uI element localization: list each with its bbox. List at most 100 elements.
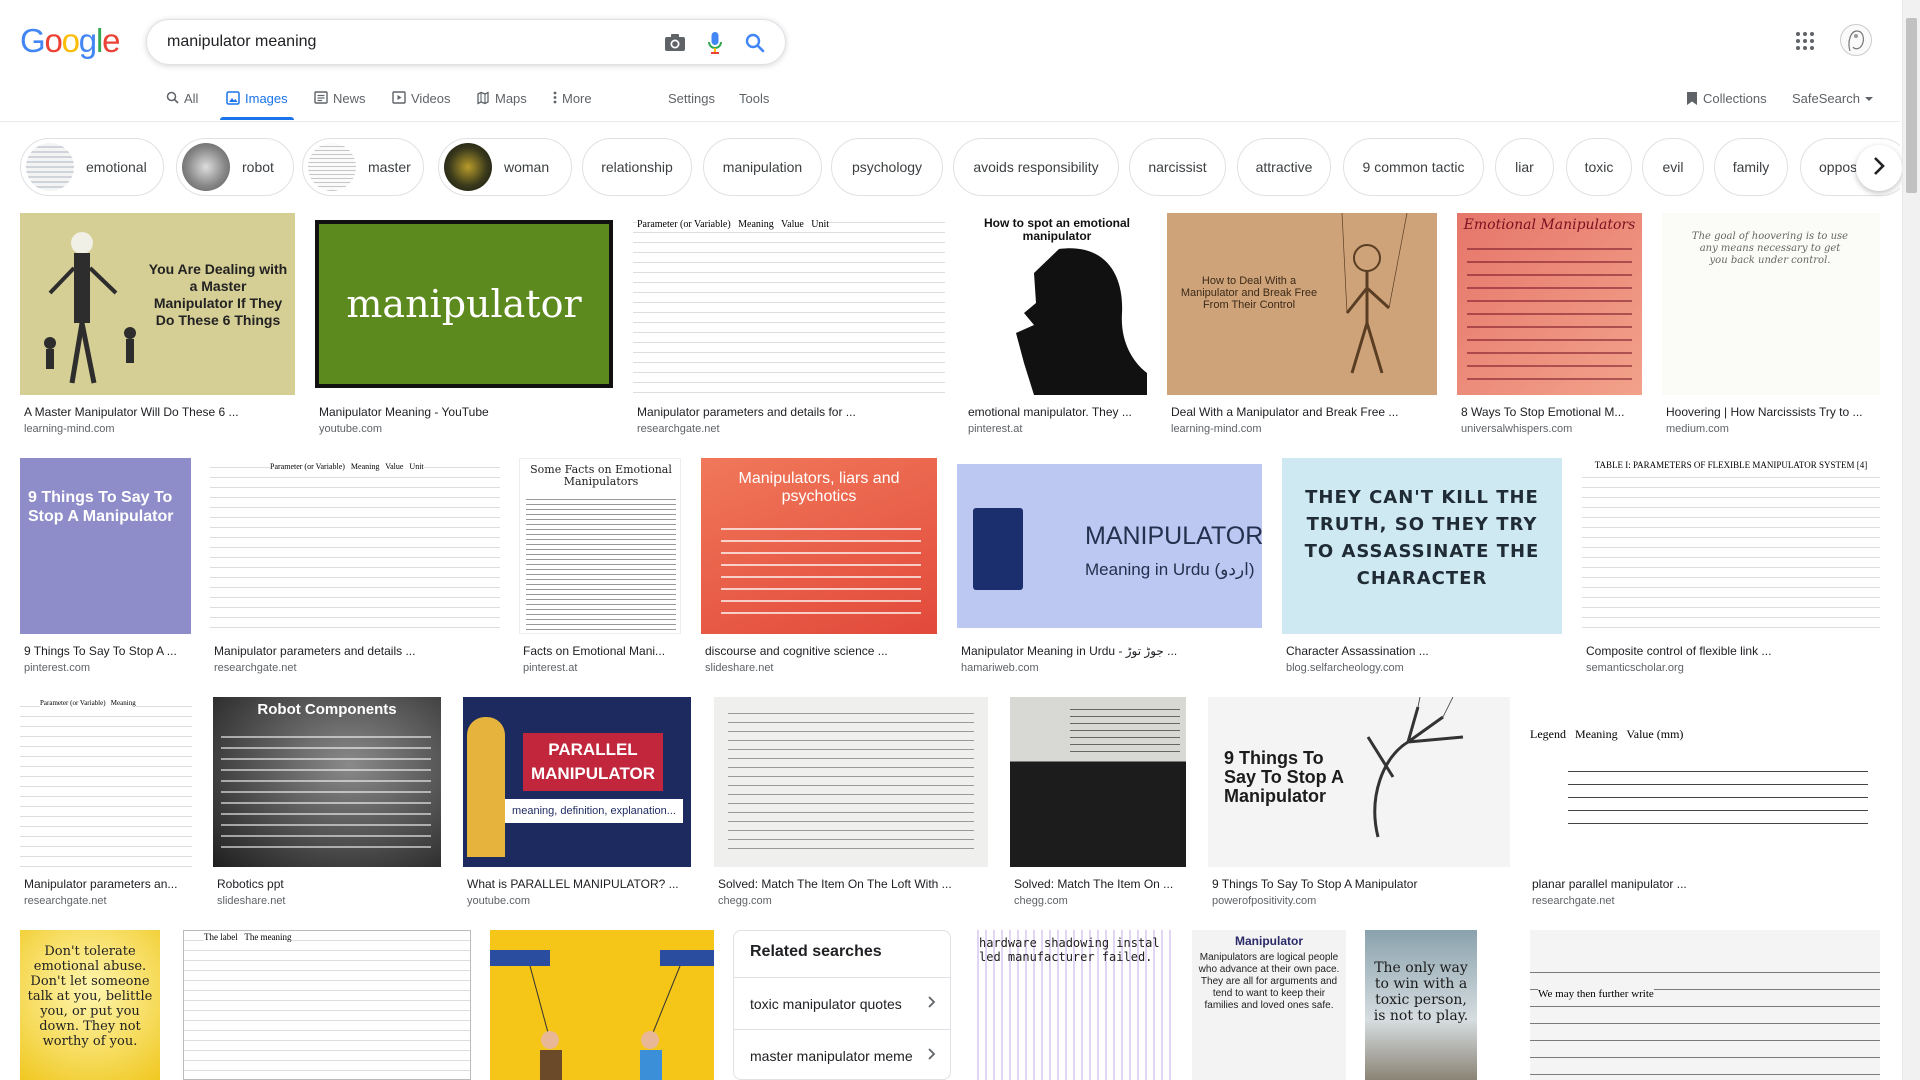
image-result[interactable]: manipulator Manipulator Meaning - YouTub…	[315, 213, 613, 435]
chip[interactable]: attractive	[1237, 138, 1331, 196]
result-caption[interactable]: emotional manipulator. They ...	[968, 405, 1147, 419]
safesearch-button[interactable]: SafeSearch	[1792, 88, 1873, 120]
apps-grid-icon[interactable]	[1795, 31, 1819, 55]
result-source[interactable]: slideshare.net	[705, 662, 774, 674]
result-thumbnail[interactable]: Parameter (or Variable) Meaning Value Un…	[633, 213, 945, 395]
result-thumbnail[interactable]: How to Deal With a Manipulator and Break…	[1167, 213, 1437, 395]
chip[interactable]: manipulation	[703, 138, 822, 196]
result-thumbnail[interactable]: Some Facts on Emotional Manipulators	[519, 458, 681, 634]
result-source[interactable]: youtube.com	[467, 895, 530, 907]
related-search-item[interactable]: master manipulator meme	[734, 1029, 950, 1080]
result-caption[interactable]: planar parallel manipulator ...	[1532, 877, 1880, 891]
search-icon[interactable]	[743, 31, 767, 55]
image-result[interactable]: Don't tolerate emotional abuse. Don't le…	[20, 930, 160, 1080]
image-result[interactable]: Emotional Manipulators 8 Ways To Stop Em…	[1457, 213, 1642, 435]
chip[interactable]: family	[1714, 138, 1788, 196]
image-result[interactable]: Manipulators, liars and psychotics disco…	[701, 458, 937, 678]
image-result[interactable]: You Are Dealing with a Master Manipulato…	[20, 213, 295, 435]
image-result[interactable]: Solved: Match The Item On ... chegg.com	[1010, 697, 1186, 912]
chip[interactable]: woman	[438, 138, 572, 196]
chip[interactable]: robot	[176, 138, 294, 196]
result-thumbnail[interactable]: Parameter (or Variable) Meaning Value Un…	[210, 458, 500, 634]
image-result[interactable]: Solved: Match The Item On The Loft With …	[714, 697, 988, 912]
image-result[interactable]: We may then further write	[1530, 930, 1880, 1080]
result-caption[interactable]: discourse and cognitive science ...	[705, 644, 937, 658]
chip[interactable]: master	[302, 138, 424, 196]
result-source[interactable]: researchgate.net	[1532, 895, 1615, 907]
result-source[interactable]: learning-mind.com	[24, 423, 114, 435]
result-caption[interactable]: Deal With a Manipulator and Break Free .…	[1171, 405, 1437, 419]
image-result[interactable]: Some Facts on Emotional Manipulators Fac…	[519, 458, 681, 678]
chip[interactable]: evil	[1642, 138, 1704, 196]
related-search-item[interactable]: toxic manipulator quotes	[734, 977, 950, 1029]
result-caption[interactable]: Manipulator parameters and details ...	[214, 644, 500, 658]
image-result[interactable]: The goal of hoovering is to use any mean…	[1662, 213, 1880, 435]
result-caption[interactable]: Solved: Match The Item On The Loft With …	[718, 877, 988, 891]
camera-icon[interactable]	[663, 31, 687, 55]
result-thumbnail[interactable]: 9 Things To Say To Stop A Manipulator	[20, 458, 191, 634]
result-thumbnail[interactable]: 9 Things To Say To Stop A Manipulator	[1208, 697, 1510, 867]
result-thumbnail[interactable]	[1010, 697, 1186, 867]
collections-button[interactable]: Collections	[1686, 88, 1767, 120]
tab-more[interactable]: More	[553, 88, 592, 120]
chip[interactable]: toxic	[1566, 138, 1632, 196]
result-caption[interactable]: Manipulator Meaning - YouTube	[319, 405, 613, 419]
result-thumbnail[interactable]: Manipulator Manipulators are logical peo…	[1192, 930, 1346, 1080]
chip[interactable]: emotional	[20, 138, 164, 196]
result-thumbnail[interactable]: manipulator	[315, 213, 613, 395]
result-source[interactable]: researchgate.net	[637, 423, 720, 435]
result-thumbnail[interactable]: You Are Dealing with a Master Manipulato…	[20, 213, 295, 395]
result-source[interactable]: powerofpositivity.com	[1212, 895, 1316, 907]
result-thumbnail[interactable]: PARALLEL MANIPULATOR meaning, definition…	[463, 697, 691, 867]
result-source[interactable]: pinterest.at	[968, 423, 1022, 435]
result-thumbnail[interactable]: Legend Meaning Value (mm)	[1528, 697, 1880, 867]
image-result[interactable]: Parameter (or Variable) Meaning Value Un…	[633, 213, 945, 435]
result-thumbnail[interactable]: Manipulators, liars and psychotics	[701, 458, 937, 634]
result-thumbnail[interactable]: The goal of hoovering is to use any mean…	[1662, 213, 1880, 395]
result-source[interactable]: medium.com	[1666, 423, 1729, 435]
result-source[interactable]: chegg.com	[1014, 895, 1068, 907]
tab-images[interactable]: Images	[220, 88, 294, 120]
image-result[interactable]: 9 Things To Say To Stop A Manipulator 9 …	[1208, 697, 1510, 912]
tab-news[interactable]: News	[314, 88, 366, 120]
image-result[interactable]: 9 Things To Say To Stop A Manipulator 9 …	[20, 458, 191, 678]
result-thumbnail[interactable]: The only way to win with a toxic person,…	[1365, 930, 1477, 1080]
microphone-icon[interactable]	[703, 31, 727, 55]
result-thumbnail[interactable]: TABLE I: PARAMETERS OF FLEXIBLE MANIPULA…	[1582, 458, 1880, 634]
image-result[interactable]: Manipulator Manipulators are logical peo…	[1192, 930, 1346, 1080]
result-thumbnail[interactable]: Parameter (or Variable) Meaning	[20, 697, 192, 867]
result-source[interactable]: hamariweb.com	[961, 662, 1039, 674]
image-result[interactable]: TABLE I: PARAMETERS OF FLEXIBLE MANIPULA…	[1582, 458, 1880, 678]
tab-tools[interactable]: Tools	[739, 88, 769, 120]
search-box[interactable]: manipulator meaning	[146, 19, 786, 65]
image-result[interactable]: The label The meaning	[183, 930, 471, 1080]
result-thumbnail[interactable]: We may then further write	[1530, 930, 1880, 1080]
image-result[interactable]: Robot Components Robotics ppt slideshare…	[213, 697, 441, 912]
image-result[interactable]: PARALLEL MANIPULATOR meaning, definition…	[463, 697, 691, 912]
result-caption[interactable]: Manipulator parameters and details for .…	[637, 405, 945, 419]
result-thumbnail[interactable]: How to spot an emotional manipulator	[964, 213, 1147, 395]
scrollbar-thumb[interactable]	[1906, 18, 1917, 193]
image-result[interactable]: Parameter (or Variable) Meaning Manipula…	[20, 697, 192, 912]
search-input[interactable]: manipulator meaning	[167, 33, 316, 51]
result-caption[interactable]: Manipulator Meaning in Urdu - جوڑ توڑ ..…	[961, 644, 1262, 658]
image-result[interactable]: How to spot an emotional manipulator emo…	[964, 213, 1147, 435]
chips-next-button[interactable]	[1856, 145, 1902, 191]
result-caption[interactable]: 9 Things To Say To Stop A ...	[24, 644, 191, 658]
result-thumbnail[interactable]: Robot Components	[213, 697, 441, 867]
tab-maps[interactable]: Maps	[476, 88, 527, 120]
result-caption[interactable]: 9 Things To Say To Stop A Manipulator	[1212, 877, 1510, 891]
result-source[interactable]: researchgate.net	[24, 895, 107, 907]
result-thumbnail[interactable]: hardware shadowing installed manufacture…	[971, 930, 1171, 1080]
chip[interactable]: 9 common tactic	[1343, 138, 1484, 196]
result-caption[interactable]: Hoovering | How Narcissists Try to ...	[1666, 405, 1880, 419]
result-caption[interactable]: Composite control of flexible link ...	[1586, 644, 1880, 658]
result-thumbnail[interactable]: The label The meaning	[183, 930, 471, 1080]
image-result[interactable]	[490, 930, 714, 1080]
image-result[interactable]: MANIPULATOR Meaning in Urdu (اردو) Manip…	[957, 458, 1262, 678]
result-caption[interactable]: What is PARALLEL MANIPULATOR? ...	[467, 877, 691, 891]
page-scrollbar[interactable]	[1902, 0, 1920, 1080]
chip[interactable]: narcissist	[1129, 138, 1226, 196]
result-thumbnail[interactable]	[714, 697, 988, 867]
image-result[interactable]: Legend Meaning Value (mm) planar paralle…	[1528, 697, 1880, 912]
